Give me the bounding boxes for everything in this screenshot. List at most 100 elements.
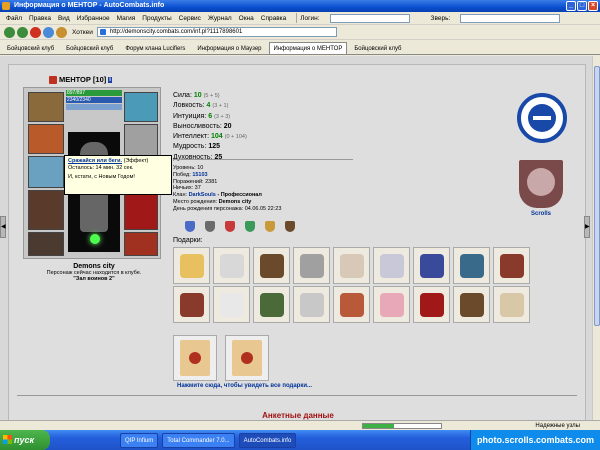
scrollbar-thumb[interactable] xyxy=(594,66,600,326)
stat-value: 20 xyxy=(223,122,232,130)
scrolls-label[interactable]: Scrolls xyxy=(523,211,559,217)
wins-link[interactable]: 15103 xyxy=(192,172,207,178)
tab-club-1[interactable]: Бойцовский клуб xyxy=(2,42,59,54)
gift-item[interactable] xyxy=(173,286,210,323)
gift-item[interactable] xyxy=(253,286,290,323)
start-button[interactable]: пуск xyxy=(0,430,50,450)
beast-input[interactable] xyxy=(460,13,561,23)
gift-item[interactable] xyxy=(173,247,210,284)
tab-forum[interactable]: Форум клана Lucifiers xyxy=(120,42,190,54)
refresh-icon[interactable] xyxy=(43,26,54,38)
gift-item[interactable] xyxy=(493,286,530,323)
ring-slot-1[interactable] xyxy=(124,92,158,122)
menu-magic[interactable]: Магия xyxy=(117,15,136,22)
left-panel-toggle[interactable]: ◀ xyxy=(0,216,6,238)
gift-item[interactable] xyxy=(253,247,290,284)
menu-favorites[interactable]: Избранное xyxy=(77,15,110,22)
belt-slot[interactable] xyxy=(28,232,64,256)
badge-icon[interactable] xyxy=(205,221,215,232)
clan-emblem-icon[interactable] xyxy=(517,93,567,143)
clan-link[interactable]: DarkSouls xyxy=(189,192,216,198)
weapon-slot[interactable] xyxy=(28,156,64,188)
gift-item[interactable] xyxy=(493,247,530,284)
menu-file[interactable]: Файл xyxy=(6,15,22,22)
menu-service[interactable]: Сервис xyxy=(179,15,201,22)
right-panel-toggle[interactable]: ▶ xyxy=(584,216,590,238)
stat-row: Ловкость: 4 (3 + 1) xyxy=(173,101,247,111)
tab-club-3[interactable]: Бойцовский клуб xyxy=(349,42,406,54)
level-text: Уровень: 10 xyxy=(173,165,204,171)
menu-journal[interactable]: Журнал xyxy=(208,15,232,22)
tab-club-2[interactable]: Бойцовский клуб xyxy=(61,42,118,54)
info-icon[interactable]: i xyxy=(108,76,112,83)
stop-icon[interactable] xyxy=(30,26,41,38)
losses-text: Поражений: 2381 xyxy=(173,178,218,185)
menubar: Файл Правка Вид Избранное Магия Продукты… xyxy=(0,12,600,25)
gift-item[interactable] xyxy=(293,247,330,284)
close-button[interactable]: × xyxy=(588,1,598,11)
gift-item[interactable] xyxy=(453,286,490,323)
gift-item[interactable] xyxy=(213,247,250,284)
task-autocombats[interactable]: AutoCombats.info xyxy=(238,432,297,448)
helmet-slot[interactable] xyxy=(28,92,64,122)
window-titlebar: Информация о МЕНТОР - AutoCombats.info _… xyxy=(0,0,600,12)
stat-bonus: (5 + 5) xyxy=(203,93,220,99)
character-name: МЕНТОР xyxy=(59,75,91,84)
minimize-button[interactable]: _ xyxy=(566,1,576,11)
forward-icon[interactable] xyxy=(17,26,28,38)
tab-info-mauzer[interactable]: Информация о Маузер xyxy=(192,42,266,54)
effect-note: И, кстати, с Новым Годом! xyxy=(68,174,135,180)
badge-icon[interactable] xyxy=(285,221,295,232)
clan-row: Клан: DarkSouls - Профессионал xyxy=(173,192,281,199)
menu-products[interactable]: Продукты xyxy=(142,15,171,22)
stat-bonus: (3 + 1) xyxy=(212,103,229,110)
effect-title[interactable]: Сражайся или беги. xyxy=(68,158,122,164)
menu-windows[interactable]: Окна xyxy=(239,15,254,22)
boots-slot[interactable] xyxy=(124,232,158,256)
gift-item[interactable] xyxy=(293,286,330,323)
gift-item[interactable] xyxy=(413,247,450,284)
see-all-gifts-link[interactable]: Нажмите сюда, чтобы увидеть все подарки.… xyxy=(177,383,312,389)
gift-item[interactable] xyxy=(333,286,370,323)
menu-view[interactable]: Вид xyxy=(58,15,70,22)
task-qip[interactable]: QIP Infium xyxy=(120,432,159,448)
menu-help[interactable]: Справка xyxy=(261,15,287,22)
gloves-slot[interactable] xyxy=(124,124,158,156)
gift-item[interactable] xyxy=(333,247,370,284)
stat-label: Сила: xyxy=(173,92,192,99)
earring-slot[interactable] xyxy=(28,124,64,154)
emblem-inner xyxy=(528,104,556,132)
tab-info-mentor[interactable]: Информация о МЕНТОР xyxy=(268,42,348,54)
back-icon[interactable] xyxy=(4,26,15,38)
tab-bar: Бойцовский клуб Бойцовский клуб Форум кл… xyxy=(0,40,600,55)
gift-item[interactable] xyxy=(413,286,450,323)
address-bar[interactable]: http://demonscity.combats.com/inf.pl?111… xyxy=(96,27,337,37)
menu-edit[interactable]: Правка xyxy=(29,15,51,22)
necklace-slot[interactable] xyxy=(66,104,122,110)
postcard-item[interactable] xyxy=(225,335,269,381)
club-name: "Зал воинов 2" xyxy=(73,276,115,282)
home-icon[interactable] xyxy=(56,26,67,38)
badge-icon[interactable] xyxy=(225,221,235,232)
login-input[interactable] xyxy=(329,13,410,23)
gift-item[interactable] xyxy=(373,286,410,323)
armor-slot[interactable] xyxy=(28,190,64,230)
maximize-button[interactable]: □ xyxy=(577,1,587,11)
gift-item[interactable] xyxy=(213,286,250,323)
postcard-item[interactable] xyxy=(173,335,217,381)
character-level: [10] xyxy=(92,75,107,84)
gift-item[interactable] xyxy=(453,247,490,284)
clan-rank: - Профессионал xyxy=(217,192,262,199)
stat-row: Мудрость: 125 xyxy=(173,142,247,152)
gift-item[interactable] xyxy=(373,247,410,284)
badge-icon[interactable] xyxy=(185,221,195,232)
scrolls-emblem-icon[interactable] xyxy=(519,160,563,208)
badge-icon[interactable] xyxy=(245,221,255,232)
app-icon xyxy=(2,2,10,10)
badge-icon[interactable] xyxy=(265,221,275,232)
hotkeys-button[interactable]: Хоткеи xyxy=(72,29,93,36)
stat-value: 10 xyxy=(193,92,202,99)
vertical-scrollbar[interactable] xyxy=(592,56,600,430)
task-total-commander[interactable]: Total Commander 7.0... xyxy=(162,432,235,448)
cloak-slot[interactable] xyxy=(124,190,158,230)
